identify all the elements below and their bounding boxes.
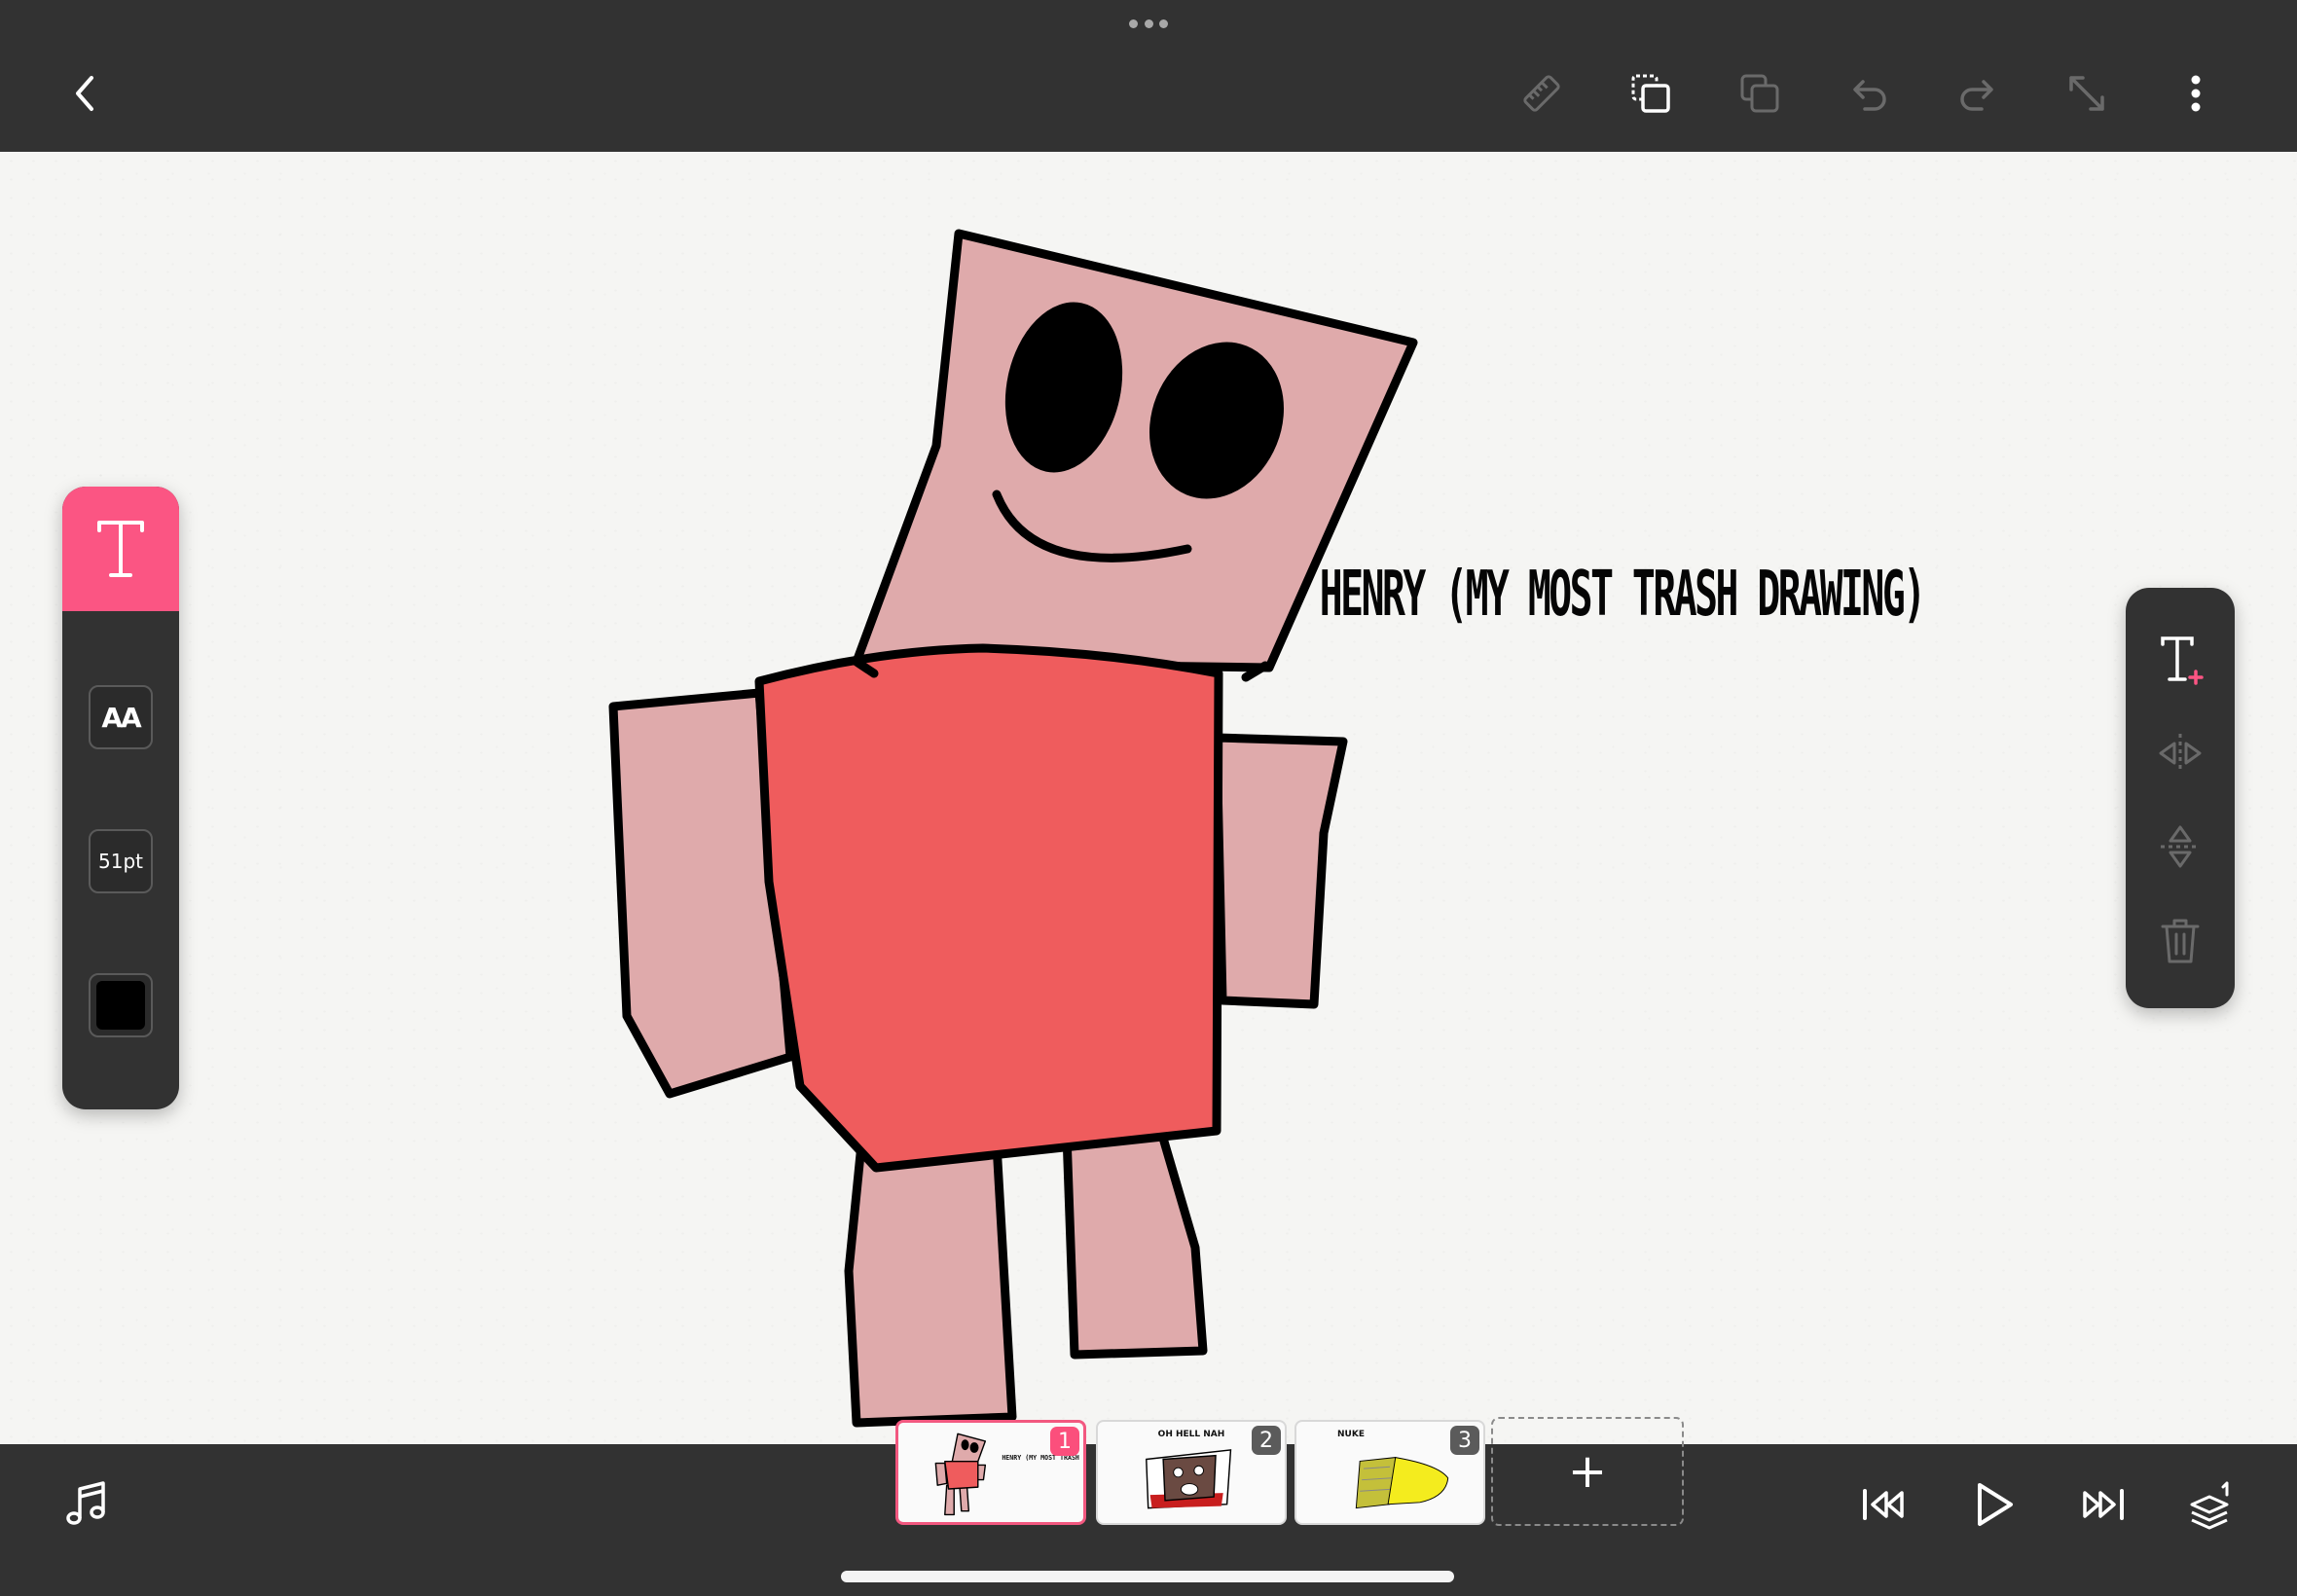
music-icon (66, 1481, 105, 1525)
flip-horizontal-button[interactable] (2151, 724, 2209, 782)
undo-icon (1853, 80, 1886, 111)
frame-thumbnail-1[interactable]: HENRY (MY MOST TRASH DRAWING) 1 (895, 1420, 1086, 1525)
duplicate-icon (1740, 74, 1779, 113)
frame-thumbnail-2[interactable]: OH HELL NAH 2 (1096, 1420, 1287, 1525)
redo-icon (1960, 80, 1993, 111)
flip-horizontal-icon (2159, 734, 2202, 773)
text-tool-button[interactable] (62, 487, 179, 611)
resize-icon (2069, 76, 2104, 111)
play-icon (1978, 1483, 2013, 1526)
play-button[interactable] (1962, 1473, 2024, 1536)
select-copy-icon (1631, 74, 1670, 113)
flip-vertical-icon (2161, 825, 2200, 868)
color-swatch-fill (96, 981, 145, 1030)
trash-icon (2161, 919, 2200, 963)
more-icon (2191, 75, 2201, 112)
skip-to-end-button[interactable] (2071, 1473, 2133, 1536)
add-text-button[interactable] (2151, 631, 2209, 689)
add-text-icon (2161, 636, 2204, 685)
add-frame-button[interactable]: + (1491, 1417, 1684, 1526)
layers-icon (2190, 1481, 2229, 1530)
text-actions-panel (2126, 588, 2235, 1008)
back-icon (76, 76, 93, 111)
redo-button[interactable] (1949, 64, 2007, 123)
resize-button[interactable] (2058, 64, 2116, 123)
frame-number-badge: 2 (1252, 1426, 1281, 1455)
skip-to-start-button[interactable] (1853, 1473, 1915, 1536)
plus-icon: + (1567, 1444, 1608, 1499)
frame-number-badge: 3 (1450, 1426, 1479, 1455)
select-copy-button[interactable] (1622, 64, 1680, 123)
duplicate-button[interactable] (1731, 64, 1789, 123)
text-color-swatch[interactable] (89, 973, 153, 1037)
layers-button[interactable] (2180, 1473, 2242, 1536)
drawing-canvas[interactable]: HENRY (MY MOST TRASH DRAWING) (0, 152, 2297, 1444)
music-button[interactable] (56, 1473, 119, 1536)
text-tool-icon (97, 521, 144, 577)
top-toolbar (0, 0, 2297, 152)
font-size-button[interactable]: 51pt (89, 829, 153, 893)
flip-vertical-button[interactable] (2151, 817, 2209, 876)
text-layer[interactable]: HENRY (MY MOST TRASH DRAWING) (1320, 546, 1926, 643)
back-button[interactable] (56, 64, 115, 123)
frame-thumbnail-3[interactable]: NUKE 3 (1294, 1420, 1485, 1525)
henry-drawing (608, 229, 1418, 1428)
delete-button[interactable] (2151, 911, 2209, 969)
window-grip[interactable] (1129, 18, 1168, 29)
text-style-panel: AA 51pt (62, 487, 179, 1109)
undo-button[interactable] (1840, 64, 1898, 123)
more-button[interactable] (2167, 64, 2225, 123)
frame-number-badge: 1 (1050, 1427, 1079, 1456)
font-picker-button[interactable]: AA (89, 685, 153, 749)
skip-to-start-icon (1863, 1489, 1904, 1520)
ruler-button[interactable] (1513, 64, 1571, 123)
ruler-icon (1523, 75, 1560, 112)
home-indicator[interactable] (841, 1571, 1454, 1582)
frame-3-caption: NUKE (1337, 1430, 1365, 1439)
skip-to-end-icon (2083, 1489, 2124, 1520)
